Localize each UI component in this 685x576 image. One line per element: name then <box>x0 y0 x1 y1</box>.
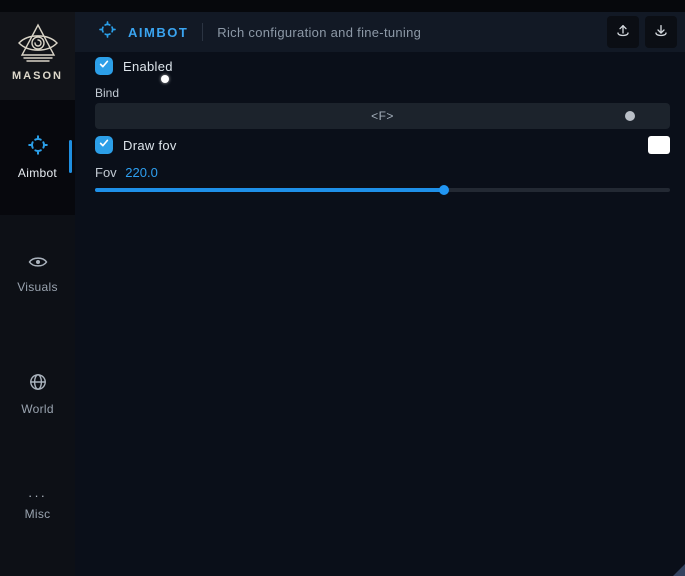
bind-value: <F> <box>371 109 394 123</box>
globe-icon <box>29 373 47 396</box>
draw-fov-row: Draw fov <box>95 136 177 154</box>
ellipsis-icon: ··· <box>28 491 47 501</box>
eye-icon <box>28 255 48 274</box>
import-config-button[interactable] <box>645 16 677 48</box>
bind-label: Bind <box>95 86 119 100</box>
fov-slider-fill <box>95 188 444 192</box>
bind-indicator-dot <box>625 111 635 121</box>
enabled-row: Enabled <box>95 57 173 75</box>
header-actions <box>607 16 677 48</box>
sidebar-item-misc[interactable]: ··· Misc <box>0 491 75 543</box>
header-bar: AIMBOT Rich configuration and fine-tunin… <box>75 12 685 52</box>
sidebar-item-visuals[interactable]: Visuals <box>0 255 75 307</box>
page-subtitle: Rich configuration and fine-tuning <box>217 25 421 40</box>
crosshair-icon <box>28 135 48 160</box>
eye-pyramid-icon <box>14 20 62 68</box>
mouse-cursor <box>161 75 169 83</box>
logo: MASON <box>0 12 75 100</box>
check-icon <box>98 57 110 75</box>
crosshair-icon <box>99 21 116 43</box>
resize-grip[interactable] <box>673 564 685 576</box>
mason-menu-window: MASON Aimbot Visuals <box>0 0 685 576</box>
export-config-button[interactable] <box>607 16 639 48</box>
fov-label: Fov <box>95 165 117 180</box>
fov-slider[interactable] <box>95 188 670 192</box>
logo-label: MASON <box>12 70 63 82</box>
fov-slider-handle[interactable] <box>439 185 449 195</box>
sidebar-item-aimbot[interactable]: Aimbot <box>0 100 75 215</box>
sidebar-item-label: Aimbot <box>18 166 57 180</box>
download-icon <box>653 23 669 42</box>
draw-fov-label: Draw fov <box>123 138 177 153</box>
page-title: AIMBOT <box>128 25 188 40</box>
sidebar: MASON Aimbot Visuals <box>0 12 75 576</box>
enabled-label: Enabled <box>123 59 173 74</box>
bind-input[interactable]: <F> <box>95 103 670 129</box>
sidebar-item-label: Misc <box>25 507 51 521</box>
check-icon <box>98 136 110 154</box>
main-panel: AIMBOT Rich configuration and fine-tunin… <box>75 12 685 576</box>
fov-color-swatch[interactable] <box>648 136 670 154</box>
sidebar-item-label: World <box>21 402 54 416</box>
window-top-strip <box>0 0 685 12</box>
enabled-checkbox[interactable] <box>95 57 113 75</box>
active-tab-indicator <box>69 140 72 173</box>
fov-label-row: Fov 220.0 <box>95 165 158 180</box>
draw-fov-checkbox[interactable] <box>95 136 113 154</box>
sidebar-item-world[interactable]: World <box>0 373 75 425</box>
header-divider <box>202 23 203 41</box>
upload-icon <box>615 23 631 42</box>
fov-value: 220.0 <box>125 165 158 180</box>
sidebar-item-label: Visuals <box>17 280 58 294</box>
